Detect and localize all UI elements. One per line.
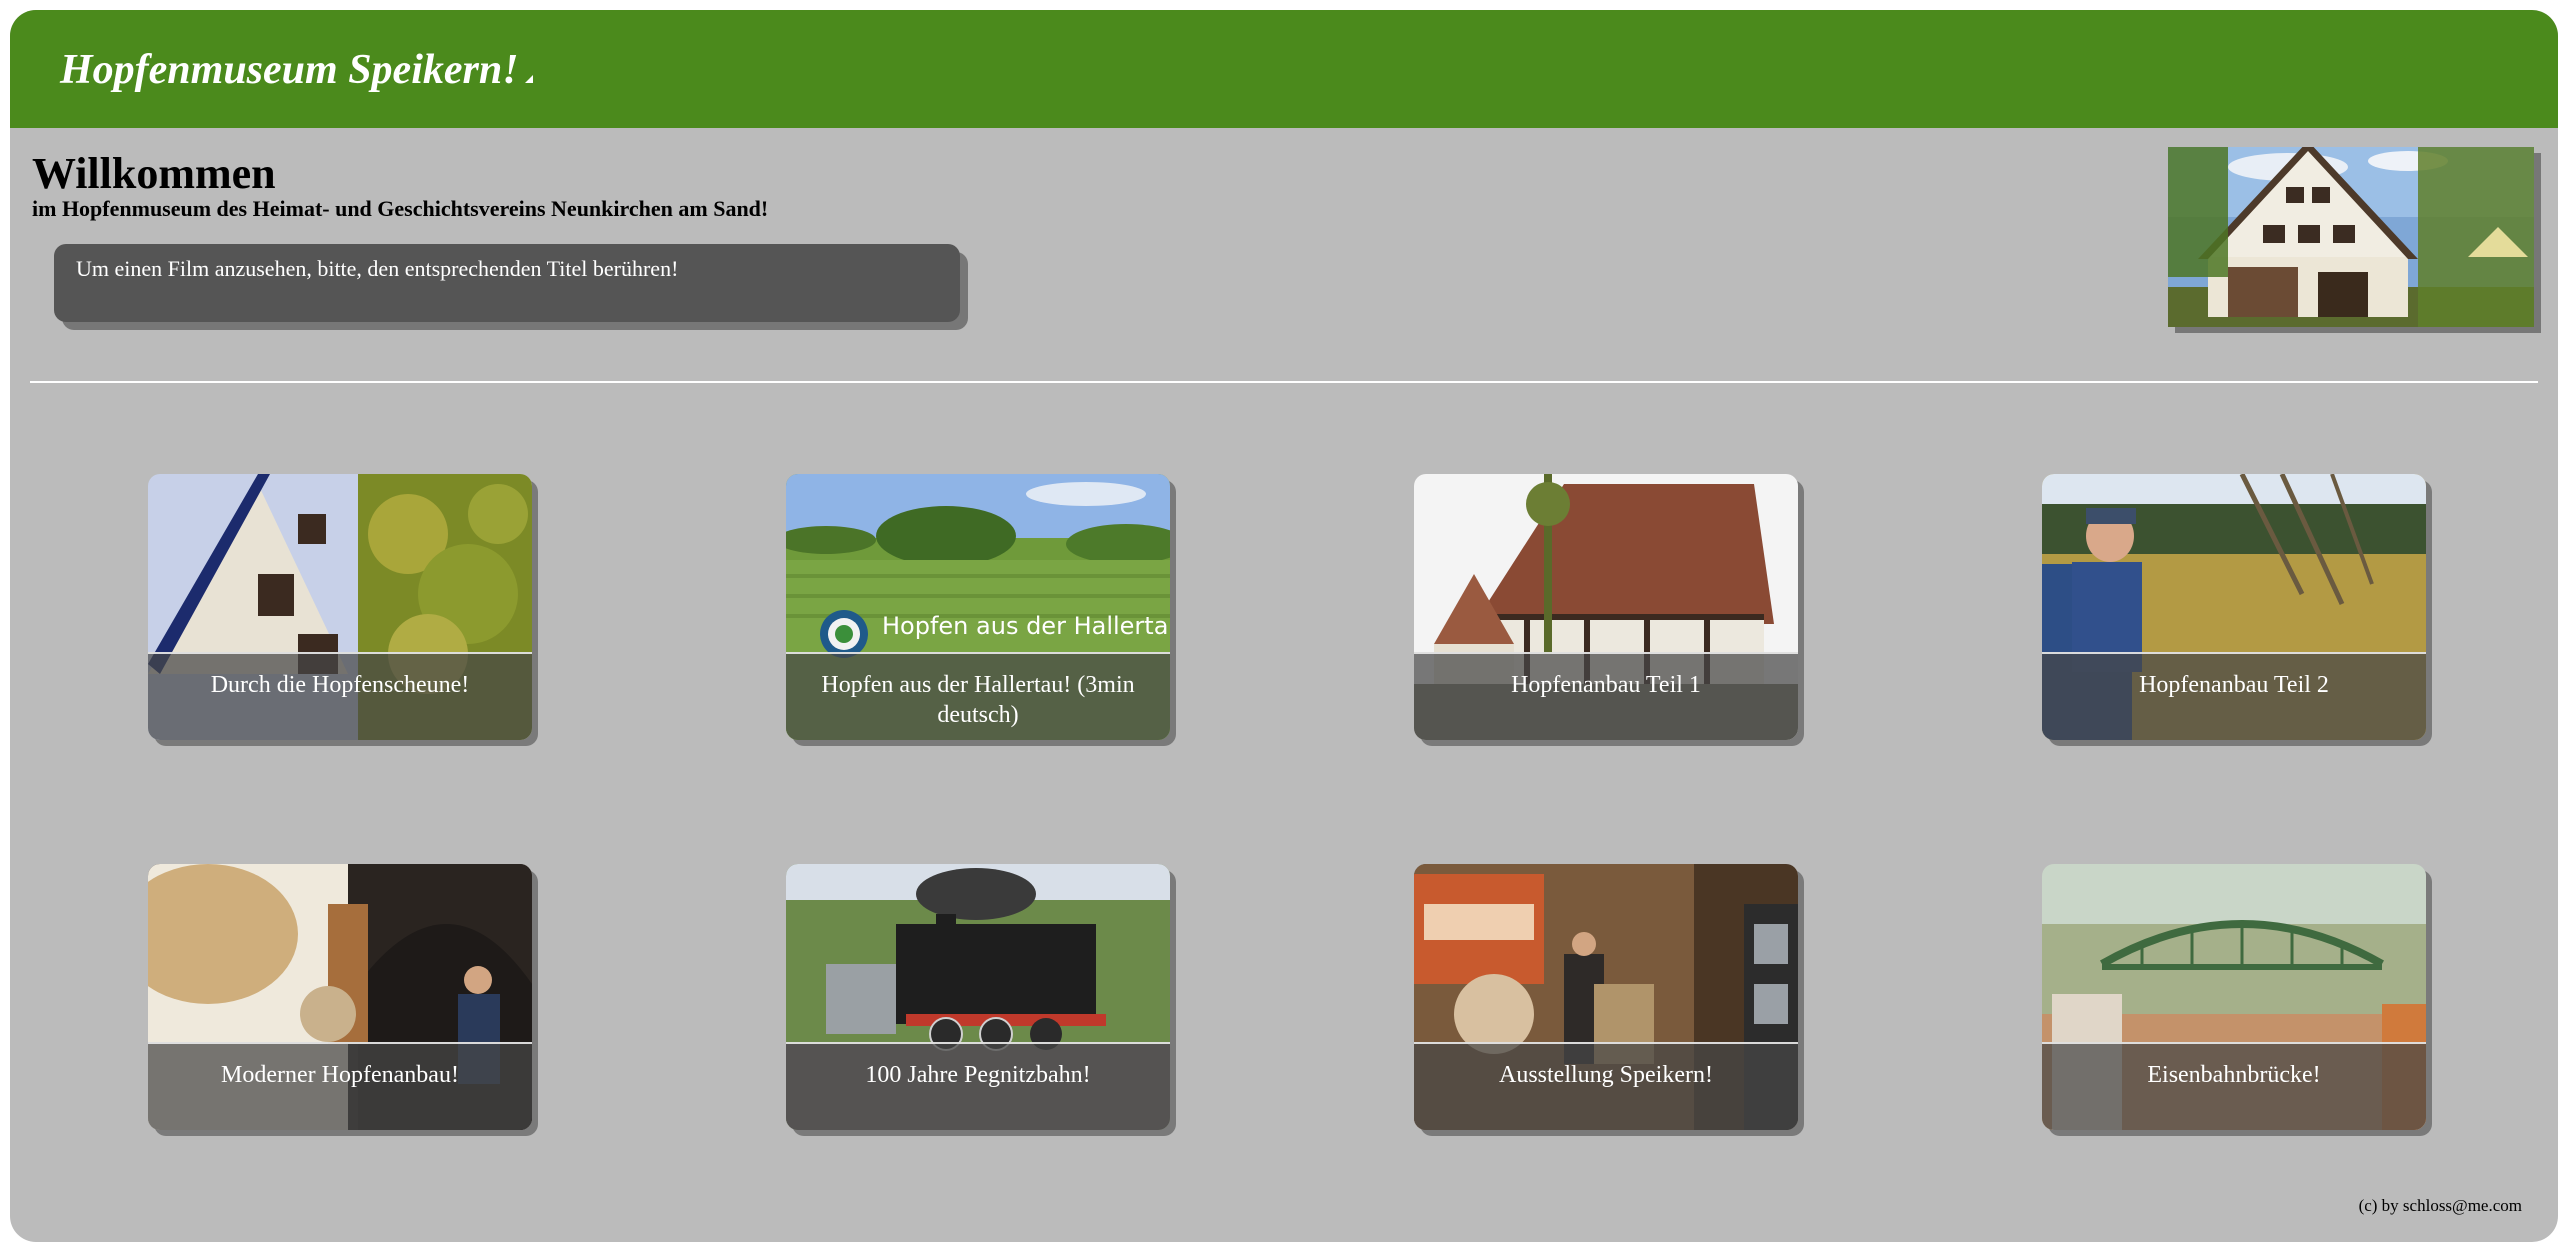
title-corner-icon [524, 75, 533, 83]
film-tile-eisenbahnbruecke[interactable]: Eisenbahnbrücke! [2042, 864, 2426, 1130]
film-caption[interactable]: Durch die Hopfenscheune! [148, 652, 532, 740]
site-title-text: Hopfenmuseum Speikern! [60, 47, 519, 93]
film-caption[interactable]: Hopfenanbau Teil 1 [1414, 652, 1798, 740]
welcome-subtitle: im Hopfenmuseum des Heimat- und Geschich… [32, 196, 769, 221]
page-frame: Hopfenmuseum Speikern! Willkommen im Hop… [10, 10, 2558, 1242]
film-title[interactable]: Hopfen aus der Hallertau! (3min deutsch) [804, 670, 1152, 730]
site-title: Hopfenmuseum Speikern! [60, 46, 533, 94]
hint-box: Um einen Film anzusehen, bitte, den ents… [54, 244, 960, 322]
section-divider [30, 381, 2538, 383]
film-tile-pegnitzbahn[interactable]: 100 Jahre Pegnitzbahn! [786, 864, 1170, 1130]
film-tile-ausstellung[interactable]: Ausstellung Speikern! [1414, 864, 1798, 1130]
film-title[interactable]: Ausstellung Speikern! [1499, 1060, 1713, 1090]
thumbnail-overlay-text: Hopfen aus der Hallertau [882, 612, 1170, 640]
museum-building-icon [2168, 147, 2534, 327]
film-title[interactable]: Eisenbahnbrücke! [2147, 1060, 2320, 1090]
film-tile-hallertau[interactable]: Hopfen aus der Hallertau Hopfen aus der … [786, 474, 1170, 740]
museum-photo [2168, 147, 2534, 327]
film-title[interactable]: Hopfenanbau Teil 1 [1511, 670, 1701, 700]
film-title[interactable]: Moderner Hopfenanbau! [221, 1060, 459, 1090]
hint-text: Um einen Film anzusehen, bitte, den ents… [76, 256, 679, 281]
film-caption[interactable]: 100 Jahre Pegnitzbahn! [786, 1042, 1170, 1130]
film-title[interactable]: 100 Jahre Pegnitzbahn! [865, 1060, 1090, 1090]
film-caption[interactable]: Eisenbahnbrücke! [2042, 1042, 2426, 1130]
header-bar: Hopfenmuseum Speikern! [10, 10, 2558, 128]
film-caption[interactable]: Hopfenanbau Teil 2 [2042, 652, 2426, 740]
film-tile-hopfenanbau-1[interactable]: Hopfenanbau Teil 1 [1414, 474, 1798, 740]
film-tile-moderner-hopfenanbau[interactable]: Moderner Hopfenanbau! [148, 864, 532, 1130]
film-title[interactable]: Durch die Hopfenscheune! [211, 670, 470, 700]
film-tile-hopfenanbau-2[interactable]: Hopfenanbau Teil 2 [2042, 474, 2426, 740]
film-caption[interactable]: Ausstellung Speikern! [1414, 1042, 1798, 1130]
film-caption[interactable]: Moderner Hopfenanbau! [148, 1042, 532, 1130]
welcome-heading: Willkommen [32, 149, 276, 198]
copyright-notice: (c) by schloss@me.com [2358, 1196, 2522, 1215]
film-caption[interactable]: Hopfen aus der Hallertau! (3min deutsch) [786, 652, 1170, 740]
film-title[interactable]: Hopfenanbau Teil 2 [2139, 670, 2329, 700]
film-tile-hopfenscheune[interactable]: Durch die Hopfenscheune! [148, 474, 532, 740]
